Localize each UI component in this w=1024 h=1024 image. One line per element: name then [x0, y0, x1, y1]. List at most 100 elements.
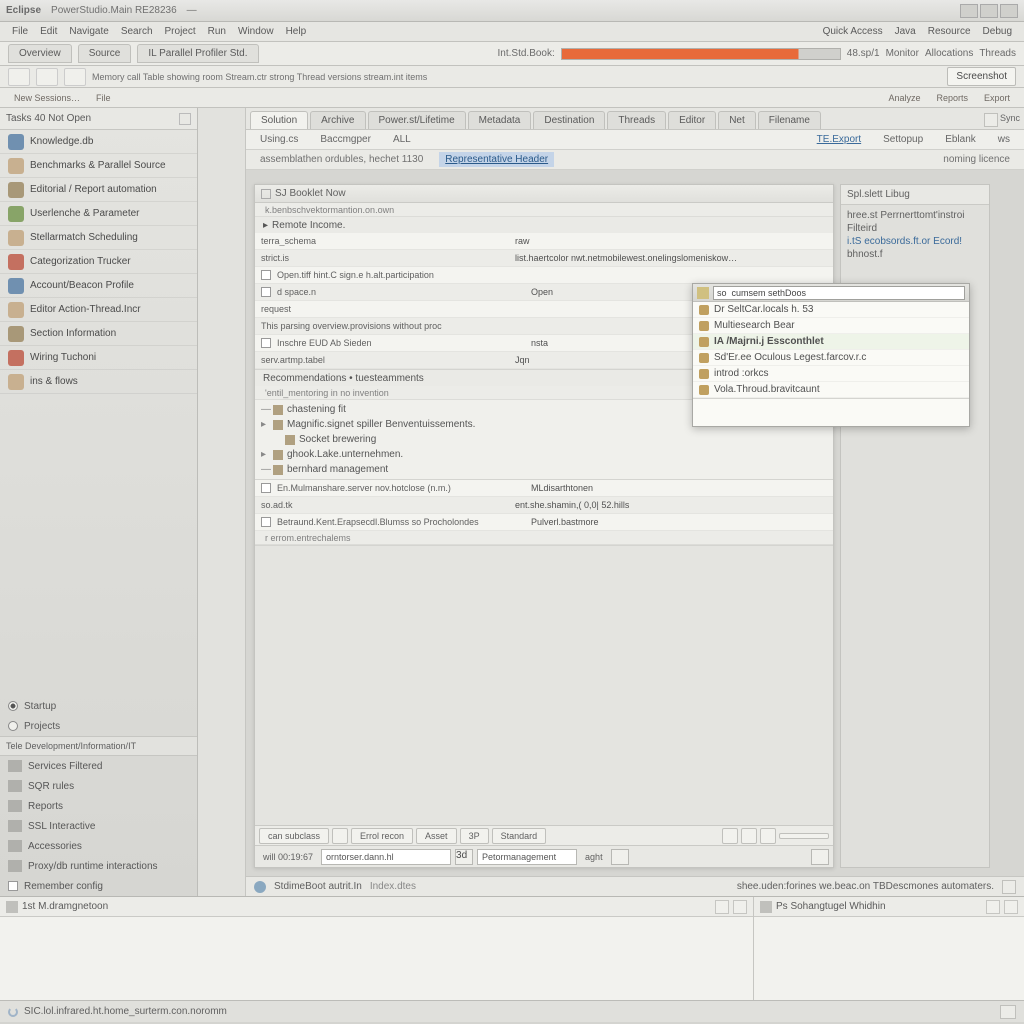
popup-item[interactable]: Multiesearch Bear: [693, 318, 969, 334]
maximize-icon[interactable]: [980, 4, 998, 18]
subtab-all[interactable]: ALL: [387, 132, 417, 147]
input-btn2[interactable]: [611, 849, 629, 865]
popup-item[interactable]: introd :orkcs: [693, 366, 969, 382]
popup-search-input[interactable]: [713, 286, 965, 300]
tool-icon[interactable]: [722, 828, 738, 844]
tool2-analyze[interactable]: Analyze: [882, 91, 926, 105]
tab-solution[interactable]: Solution: [250, 111, 308, 129]
tab-destination[interactable]: Destination: [533, 111, 605, 129]
statusbar-button[interactable]: [1000, 1005, 1016, 1019]
persp-extra-monitor[interactable]: Monitor: [886, 48, 919, 59]
tree-node[interactable]: —bernhard management: [255, 462, 833, 477]
tool-icon[interactable]: [741, 828, 757, 844]
popup-item[interactable]: Sd'Er.ee Oculous Legest.farcov.r.c: [693, 350, 969, 366]
go-button[interactable]: [811, 849, 829, 865]
checkbox[interactable]: [261, 270, 271, 280]
btn-icon[interactable]: [332, 828, 348, 844]
subtab-using[interactable]: Using.cs: [254, 132, 304, 147]
link-highlight[interactable]: Representative Header: [439, 152, 554, 167]
btn-blank[interactable]: [779, 833, 829, 839]
nav-item-section-info[interactable]: Section Information: [0, 322, 197, 346]
maximize-panel-icon[interactable]: [733, 900, 747, 914]
command-input[interactable]: [321, 849, 451, 865]
checkbox[interactable]: [261, 287, 271, 297]
popup-item-selected[interactable]: IA /Majrni.j Essconthlet: [693, 334, 969, 350]
checkbox[interactable]: [261, 483, 271, 493]
tool-save-icon[interactable]: [36, 68, 58, 86]
close-icon[interactable]: [1000, 4, 1018, 18]
screenshot-button[interactable]: Screenshot: [947, 67, 1016, 86]
persp-tab-profiler[interactable]: IL Parallel Profiler Std.: [137, 44, 258, 63]
subtab-export[interactable]: TE.Export: [811, 132, 867, 147]
panel-close-icon[interactable]: [1004, 900, 1018, 914]
sub-ssl[interactable]: SSL Interactive: [0, 816, 197, 836]
field-value[interactable]: Pulverl.bastmore: [531, 517, 827, 527]
btn-asset[interactable]: Asset: [416, 828, 457, 844]
persp-extra-alloc[interactable]: Allocations: [925, 48, 973, 59]
subtab-baccmgper[interactable]: Baccmgper: [314, 132, 377, 147]
right-link[interactable]: i.tS ecobsords.ft.or Ecord!: [847, 235, 983, 248]
bottom-left-body[interactable]: [0, 917, 753, 1000]
nav-item-ins-flows[interactable]: ins & flows: [0, 370, 197, 394]
tab-threads[interactable]: Threads: [607, 111, 666, 129]
btn-subclass[interactable]: can subclass: [259, 828, 329, 844]
nav-item-categorization[interactable]: Categorization Trucker: [0, 250, 197, 274]
sub-remember[interactable]: Remember config: [0, 876, 197, 896]
tab-power[interactable]: Power.st/Lifetime: [368, 111, 466, 129]
tool2-new-sessions[interactable]: New Sessions…: [8, 91, 86, 105]
nav-item-editorial[interactable]: Editorial / Report automation: [0, 178, 197, 202]
field-value[interactable]: MLdisarthtonen: [531, 483, 827, 493]
btn-errol[interactable]: Errol recon: [351, 828, 413, 844]
persp-java[interactable]: Java: [891, 24, 920, 39]
nav-menu-icon[interactable]: [179, 113, 191, 125]
sub-sqr[interactable]: SQR rules: [0, 776, 197, 796]
minimize-icon[interactable]: [960, 4, 978, 18]
nav-radio-startup[interactable]: Startup: [0, 696, 197, 716]
nav-item-wiring[interactable]: Wiring Tuchoni: [0, 346, 197, 370]
checkbox[interactable]: [261, 338, 271, 348]
btn-3p[interactable]: 3P: [460, 828, 489, 844]
subtab-ws[interactable]: ws: [992, 132, 1016, 147]
subtab-settopup[interactable]: Settopup: [877, 132, 929, 147]
popup-item[interactable]: Vola.Throud.bravitcaunt: [693, 382, 969, 398]
bottom-right-body[interactable]: [754, 917, 1024, 1000]
tool2-reports[interactable]: Reports: [930, 91, 974, 105]
nav-item-editor-action[interactable]: Editor Action-Thread.Incr: [0, 298, 197, 322]
tab-editor[interactable]: Editor: [668, 111, 716, 129]
field-value[interactable]: list.haertcolor nwt.netmobilewest.onelin…: [515, 253, 827, 263]
link-more[interactable]: noming licence: [937, 152, 1016, 167]
persp-debug[interactable]: Debug: [979, 24, 1016, 39]
popup-item[interactable]: Dr SeltCar.locals h. 53: [693, 302, 969, 318]
sync-icon[interactable]: [984, 113, 998, 127]
menu-navigate[interactable]: Navigate: [65, 24, 112, 39]
btn-standard[interactable]: Standard: [492, 828, 547, 844]
panel-menu-icon[interactable]: [986, 900, 1000, 914]
nav-radio-projects[interactable]: Projects: [0, 716, 197, 736]
menu-file[interactable]: File: [8, 24, 32, 39]
tree-node[interactable]: ▸ghook.Lake.unternehmen.: [255, 447, 833, 462]
tab-net[interactable]: Net: [718, 111, 756, 129]
subtab-eblank[interactable]: Eblank: [939, 132, 982, 147]
input-btn[interactable]: 3d: [455, 849, 473, 865]
tree-node[interactable]: Socket brewering: [255, 432, 833, 447]
menu-search[interactable]: Search: [117, 24, 157, 39]
sub-services[interactable]: Services Filtered: [0, 756, 197, 776]
menu-edit[interactable]: Edit: [36, 24, 61, 39]
tool-icon[interactable]: [760, 828, 776, 844]
persp-extra-threads[interactable]: Threads: [979, 48, 1016, 59]
persp-resource[interactable]: Resource: [924, 24, 975, 39]
tool-new-icon[interactable]: [8, 68, 30, 86]
collapse-icon[interactable]: [261, 189, 271, 199]
quick-access[interactable]: Quick Access: [819, 24, 887, 39]
menu-help[interactable]: Help: [282, 24, 311, 39]
menu-window[interactable]: Window: [234, 24, 278, 39]
tool-print-icon[interactable]: [64, 68, 86, 86]
tab-filename[interactable]: Filename: [758, 111, 821, 129]
menu-project[interactable]: Project: [161, 24, 200, 39]
checkbox[interactable]: [261, 517, 271, 527]
nav-item-benchmarks[interactable]: Benchmarks & Parallel Source: [0, 154, 197, 178]
nav-item-account[interactable]: Account/Beacon Profile: [0, 274, 197, 298]
sub-proxy[interactable]: Proxy/db runtime interactions: [0, 856, 197, 876]
tab-archive[interactable]: Archive: [310, 111, 365, 129]
status-close-icon[interactable]: [1002, 880, 1016, 894]
